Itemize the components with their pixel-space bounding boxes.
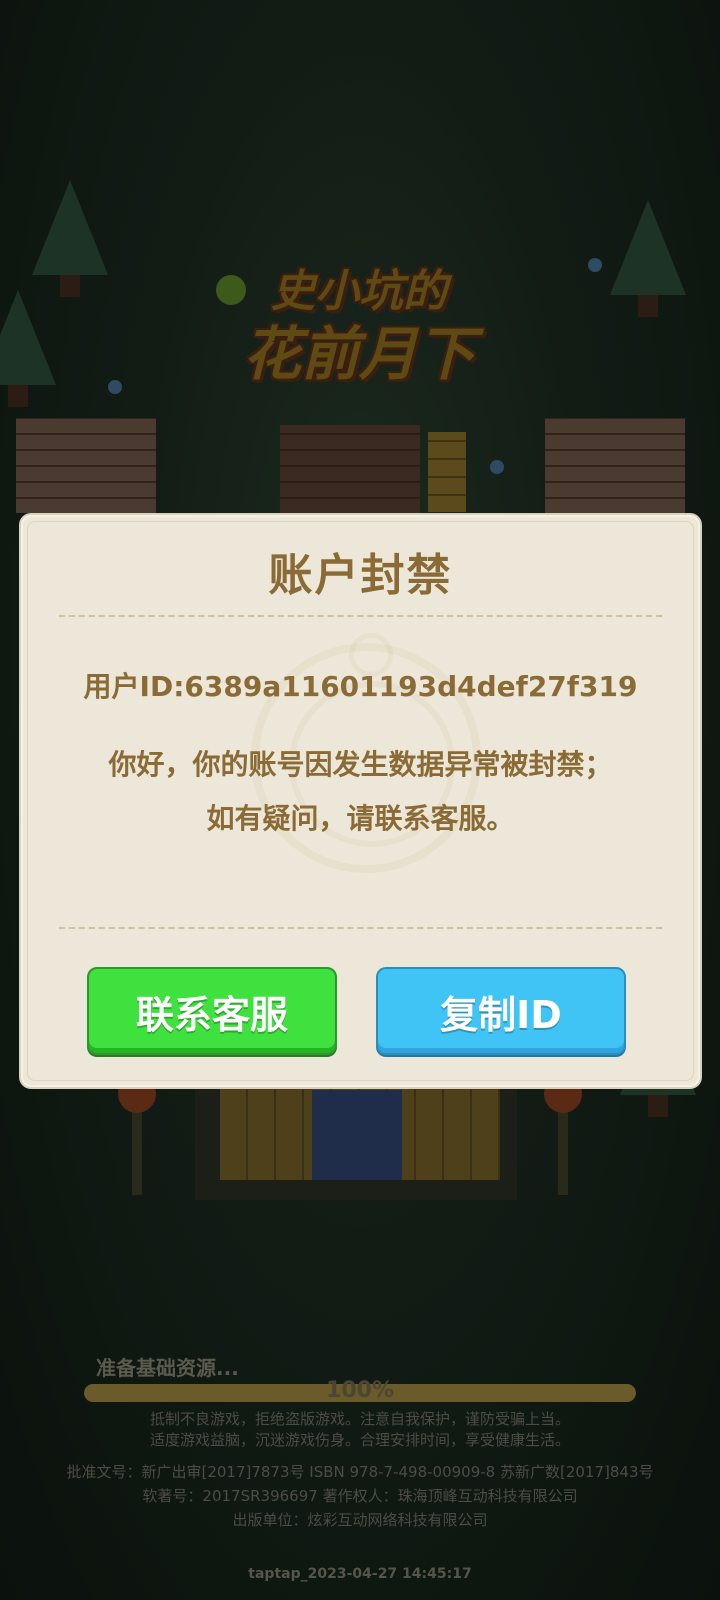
flower-icon — [108, 380, 122, 394]
copy-id-button[interactable]: 复制ID — [376, 967, 626, 1055]
health-notice-line1: 抵制不良游戏，拒绝盗版游戏。注意自我保护，谨防受骗上当。 — [149, 1410, 570, 1428]
user-id-text: 用户ID:6389a11601193d4def27f319 — [83, 670, 638, 703]
account-ban-dialog: 账户封禁 用户ID:6389a11601193d4def27f319 你好，你的… — [19, 513, 702, 1089]
brick-tower — [280, 425, 420, 513]
flower-icon — [588, 258, 602, 272]
loading-label: 准备基础资源... — [96, 1356, 239, 1380]
software-copyright-notice: 软著号：2017SR396697 著作权人：珠海顶峰互动科技有限公司 — [142, 1487, 578, 1505]
divider-bottom — [59, 927, 662, 929]
ban-message-line1: 你好，你的账号因发生数据异常被封禁； — [108, 748, 613, 781]
publisher-notice: 出版单位：炫彩互动网络科技有限公司 — [232, 1511, 488, 1529]
flower-icon — [490, 460, 504, 474]
health-notice-line2: 适度游戏益脑，沉迷游戏伤身。合理安排时间，享受健康生活。 — [149, 1431, 570, 1449]
pine-tree-icon — [32, 180, 108, 297]
torch-icon — [118, 1075, 156, 1195]
approval-notice: 批准文号：新广出审[2017]7873号 ISBN 978-7-498-0090… — [66, 1463, 654, 1481]
pine-tree-icon — [610, 200, 686, 317]
logo-title-line2: 花前月下 — [242, 320, 475, 388]
torch-icon — [544, 1075, 582, 1195]
contact-support-button[interactable]: 联系客服 — [87, 967, 337, 1055]
game-logo: 史小坑的 花前月下 — [186, 255, 532, 388]
brick-wall — [545, 418, 685, 513]
divider-top — [59, 615, 662, 617]
brick-wall — [16, 418, 156, 513]
capture-timestamp: taptap_2023-04-27 14:45:17 — [248, 1566, 472, 1582]
ban-message-line2: 如有疑问，请联系客服。 — [206, 802, 515, 835]
pine-tree-icon — [0, 290, 56, 407]
dialog-title: 账户封禁 — [268, 550, 453, 601]
gold-block — [428, 432, 466, 512]
loading-percent: 100% — [326, 1378, 394, 1403]
gate-door — [312, 1090, 402, 1180]
